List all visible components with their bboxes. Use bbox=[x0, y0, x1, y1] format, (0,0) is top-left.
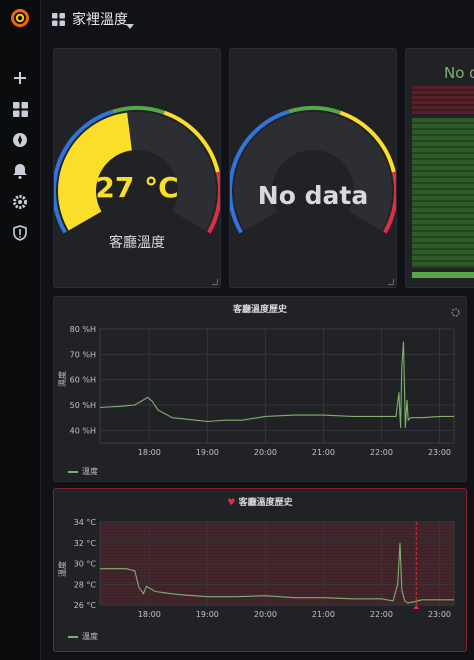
sidebar bbox=[0, 0, 41, 660]
y-tick-label: 28 °C bbox=[74, 580, 97, 589]
y-tick-label: 26 °C bbox=[74, 601, 97, 610]
chart-legend[interactable]: 溫度 bbox=[68, 631, 98, 642]
gauge-value: 27 °C bbox=[95, 171, 179, 204]
x-tick-label: 22:00 bbox=[370, 610, 393, 619]
gauge-value: No data bbox=[257, 181, 369, 210]
chevron-down-icon[interactable] bbox=[126, 15, 134, 34]
bar-stack bbox=[412, 86, 474, 278]
y-tick-label: 60 %H bbox=[70, 376, 96, 385]
x-tick-label: 19:00 bbox=[196, 448, 219, 457]
y-tick-label: 34 °C bbox=[74, 518, 97, 527]
dashboard-title[interactable]: 家裡溫度 bbox=[72, 9, 128, 29]
y-axis-label: 濕度 bbox=[58, 371, 67, 387]
y-tick-label: 30 °C bbox=[74, 560, 97, 569]
y-axis-label: 溫度 bbox=[58, 561, 67, 577]
gauge-panel-living-room[interactable]: 27 °C 客廳溫度 bbox=[53, 48, 221, 288]
x-tick-label: 23:00 bbox=[428, 448, 451, 457]
grafana-logo[interactable] bbox=[8, 6, 32, 30]
legend-label: 溫度 bbox=[82, 632, 98, 641]
x-tick-label: 20:00 bbox=[254, 448, 277, 457]
partial-panel[interactable]: No d bbox=[405, 48, 474, 288]
temperature-line-chart: 26 °C 28 °C 30 °C 32 °C 34 °C 18:00 19:00 20:00… bbox=[74, 518, 455, 619]
legend-label: 溫度 bbox=[82, 467, 98, 476]
y-tick-label: 70 %H bbox=[70, 350, 96, 359]
y-tick-label: 50 %H bbox=[70, 401, 96, 410]
gauge-chart bbox=[230, 106, 396, 234]
gauge-label: 客廳溫度 bbox=[109, 235, 165, 251]
alert-annotation-marker bbox=[413, 605, 420, 609]
x-tick-label: 18:00 bbox=[138, 448, 161, 457]
x-tick-label: 19:00 bbox=[196, 610, 219, 619]
legend-swatch bbox=[68, 470, 78, 473]
resize-handle[interactable] bbox=[212, 279, 218, 285]
dashboard-navbar: 家裡溫度 bbox=[40, 0, 474, 36]
gauge-panel-no-data[interactable]: No data bbox=[229, 48, 397, 288]
y-tick-label: 40 %H bbox=[70, 426, 96, 435]
x-tick-label: 20:00 bbox=[254, 610, 277, 619]
dashboards-icon[interactable] bbox=[8, 97, 32, 121]
x-tick-label: 21:00 bbox=[312, 448, 335, 457]
x-tick-label: 23:00 bbox=[428, 610, 451, 619]
resize-handle[interactable] bbox=[388, 279, 394, 285]
humidity-line-chart: 40 %H 50 %H 60 %H 70 %H 80 %H 18:00 19:00 20:00… bbox=[70, 325, 455, 457]
y-tick-label: 80 %H bbox=[70, 325, 96, 334]
no-data-text: No d bbox=[444, 64, 474, 82]
plus-icon[interactable] bbox=[8, 66, 32, 90]
gear-icon[interactable] bbox=[8, 190, 32, 214]
dashboards-icon[interactable] bbox=[52, 11, 65, 30]
gauge-chart bbox=[54, 106, 220, 234]
temperature-history-panel[interactable]: ♥ 客廳溫度歷史 26 °C 28 °C 30 °C 32 °C 34 °C 18:00 1… bbox=[53, 488, 467, 652]
chart-legend[interactable]: 溫度 bbox=[68, 466, 98, 477]
explore-icon[interactable] bbox=[8, 128, 32, 152]
shield-icon[interactable] bbox=[8, 221, 32, 245]
legend-swatch bbox=[68, 635, 78, 638]
x-tick-label: 21:00 bbox=[312, 610, 335, 619]
y-tick-label: 32 °C bbox=[74, 539, 97, 548]
x-tick-label: 22:00 bbox=[370, 448, 393, 457]
x-tick-label: 18:00 bbox=[138, 610, 161, 619]
humidity-history-panel[interactable]: 客廳溫度歷史 40 %H 50 %H 60 %H 70 %H 80 %H 18:00 19:… bbox=[53, 296, 467, 482]
alerting-icon[interactable] bbox=[8, 159, 32, 183]
